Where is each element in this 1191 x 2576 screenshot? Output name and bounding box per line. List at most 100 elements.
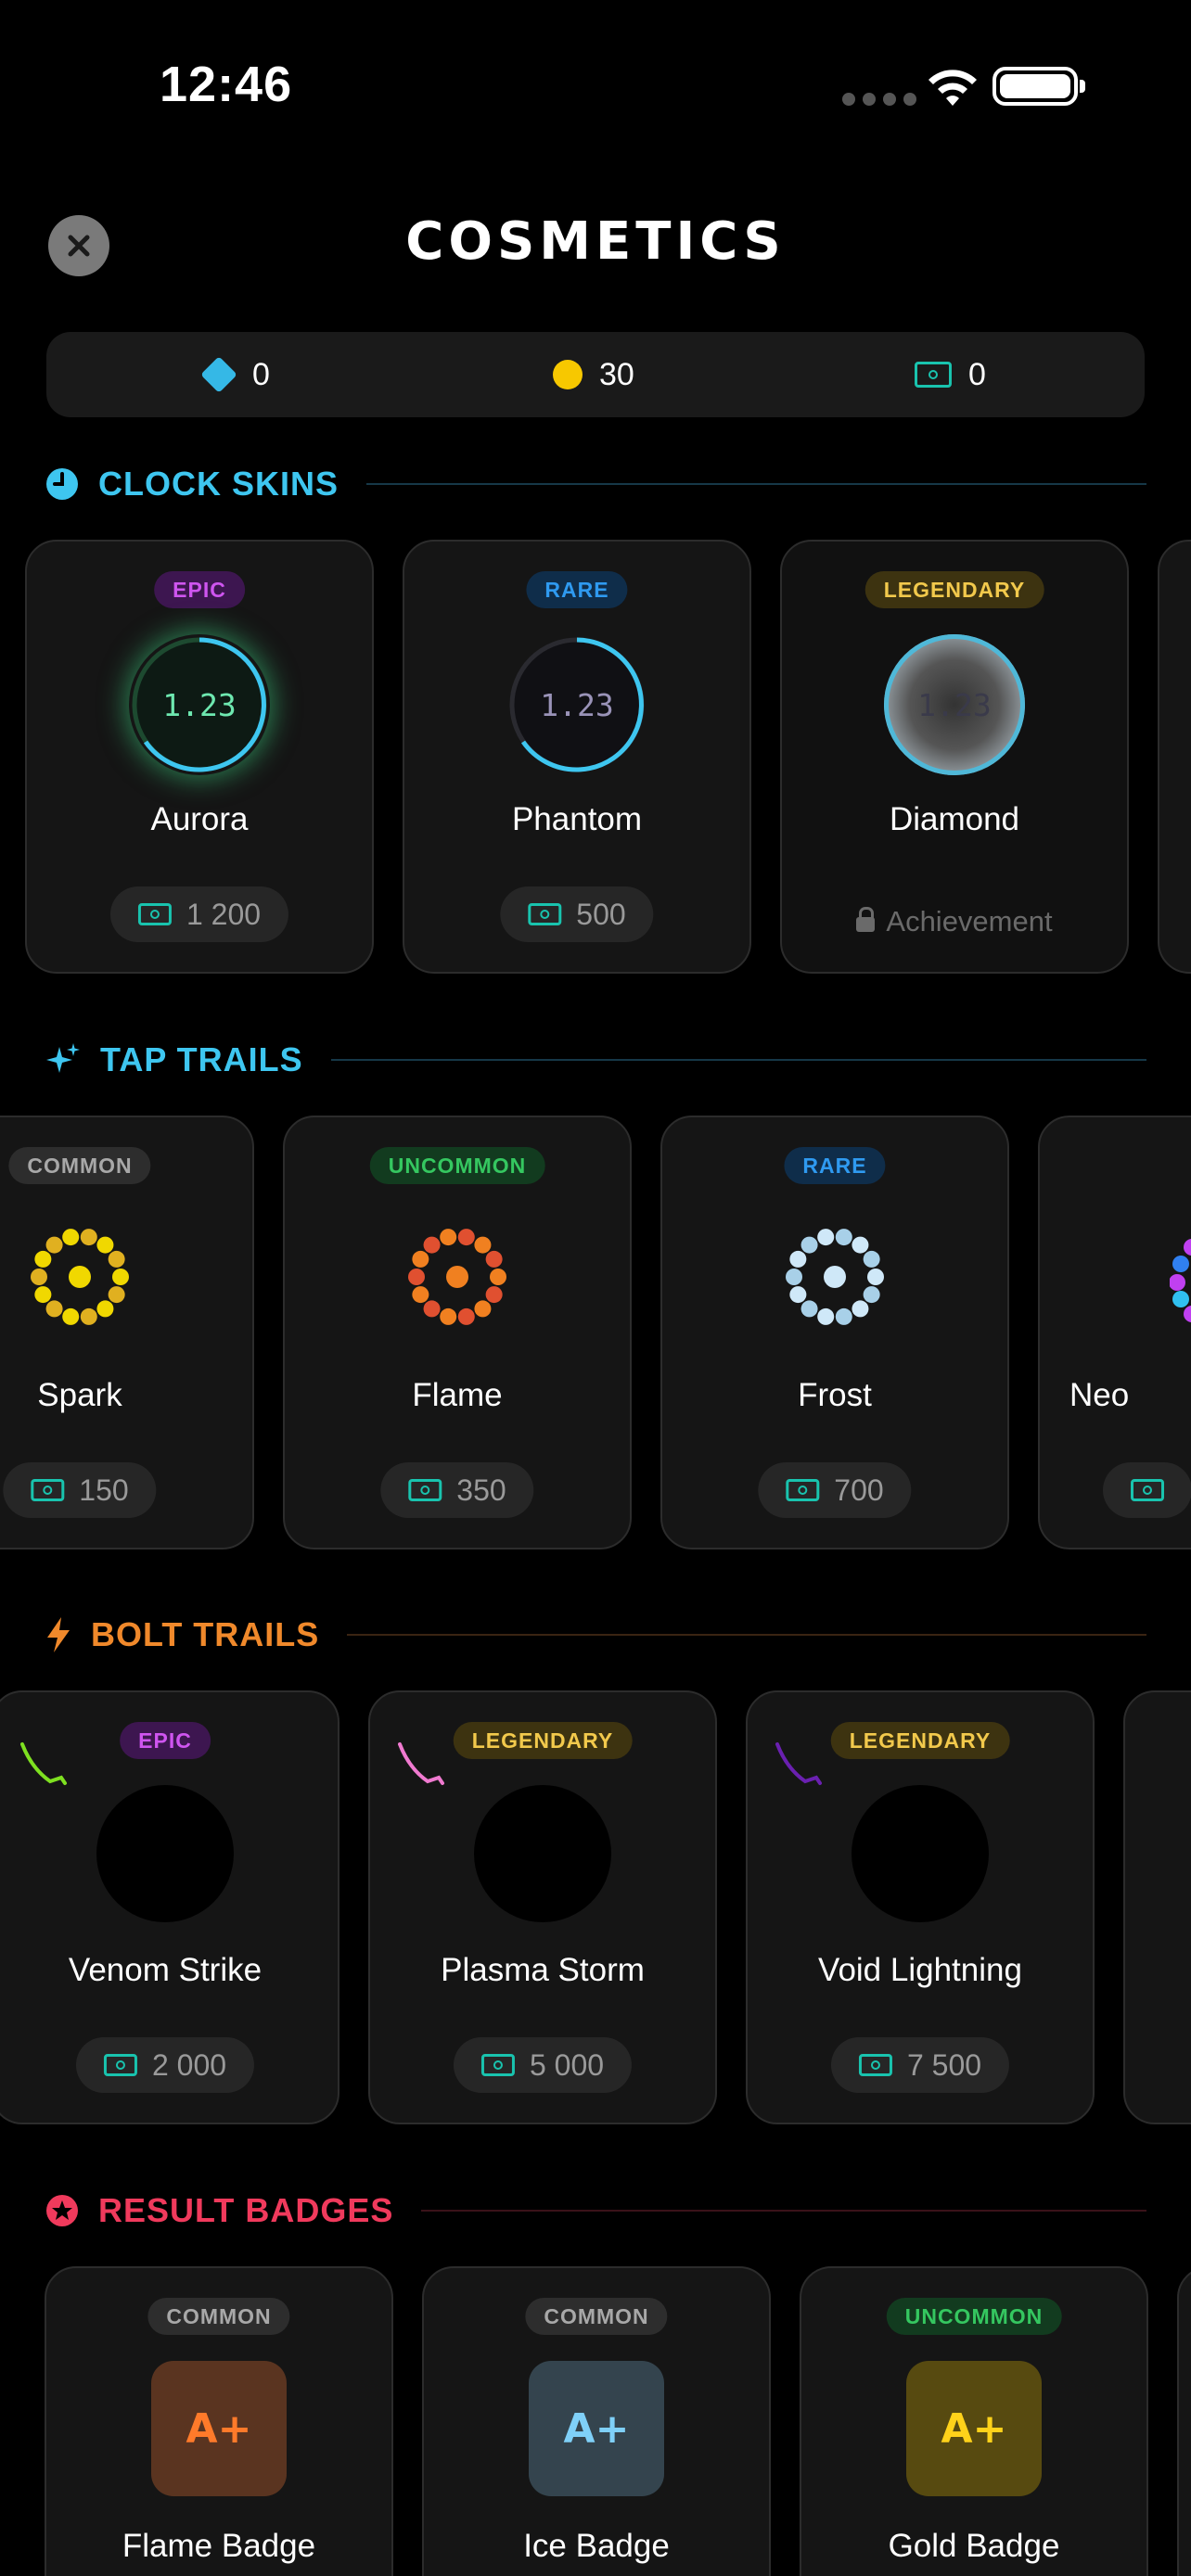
ticket-icon — [480, 2054, 515, 2076]
bolt-preview — [474, 1785, 611, 1922]
rarity-badge: COMMON — [147, 2298, 290, 2335]
bolt-icon — [47, 1617, 70, 1652]
skin-name: Aurora — [150, 801, 249, 837]
trail-name: Frost — [798, 1377, 872, 1413]
coin-balance: 30 — [553, 332, 634, 417]
section-divider — [366, 483, 1146, 485]
rarity-badge: UNCOMMON — [369, 1147, 545, 1184]
rarity-badge: RARE — [784, 1147, 886, 1184]
rarity-badge: UNCOMMON — [886, 2298, 1062, 2335]
price-button[interactable]: 1 200 — [109, 886, 289, 942]
ticket-icon — [137, 903, 172, 925]
section-tap-trails: TAP TRAILS — [45, 1037, 1146, 1083]
rarity-badge: LEGENDARY — [864, 571, 1044, 608]
ticket-icon — [915, 362, 952, 388]
section-clock-skins: CLOCK SKINS — [45, 461, 1146, 507]
section-title: RESULT BADGES — [98, 2191, 394, 2229]
badge-card-gold[interactable]: UNCOMMON A+ Gold Badge — [800, 2266, 1148, 2576]
bolt-preview — [852, 1785, 989, 1922]
ticket-icon — [858, 2054, 892, 2076]
clock-preview: 1.23 — [129, 634, 270, 775]
price-button[interactable]: 7 500 — [830, 2037, 1010, 2093]
badge-card-partial[interactable] — [1177, 2266, 1191, 2576]
tap-trails-row[interactable]: COMMON Spark 150 UNCOMMON Flame 350 RARE… — [0, 1116, 1191, 1551]
skin-card-partial[interactable] — [1158, 540, 1191, 974]
skin-card-diamond[interactable]: LEGENDARY 1.23 Diamond Achievement — [780, 540, 1129, 974]
ticket-icon — [103, 2054, 137, 2076]
trail-card-neon[interactable]: Neo — [1038, 1116, 1191, 1549]
bolt-card-partial[interactable] — [1123, 1690, 1191, 2124]
rarity-badge: EPIC — [120, 1722, 211, 1759]
badge-preview: A+ — [906, 2361, 1042, 2496]
rarity-badge: LEGENDARY — [830, 1722, 1010, 1759]
trail-name: Flame — [412, 1377, 503, 1413]
clock-preview: 1.23 — [506, 634, 647, 775]
gem-icon — [200, 356, 237, 393]
trail-card-spark[interactable]: COMMON Spark 150 — [0, 1116, 254, 1549]
trail-preview — [1170, 1239, 1191, 1322]
ticket-icon — [1131, 1479, 1164, 1501]
bolt-streak — [775, 1742, 822, 1785]
bolt-trails-row[interactable]: EPIC Venom Strike 2 000 LEGENDARY Plasma… — [0, 1690, 1191, 2126]
ticket-icon — [408, 1479, 442, 1501]
price-button[interactable]: 2 000 — [75, 2037, 255, 2093]
skin-card-phantom[interactable]: RARE 1.23 Phantom 500 — [403, 540, 751, 974]
skin-card-aurora[interactable]: EPIC 1.23 Aurora 1 200 — [25, 540, 374, 974]
badge-name: Flame Badge — [122, 2528, 316, 2564]
rarity-badge: COMMON — [525, 2298, 668, 2335]
bolt-card-void-lightning[interactable]: LEGENDARY Void Lightning 7 500 — [746, 1690, 1095, 2124]
section-divider — [330, 1059, 1146, 1061]
bolt-card-venom-strike[interactable]: EPIC Venom Strike 2 000 — [0, 1690, 339, 2124]
locked-label: Achievement — [782, 905, 1127, 938]
skin-name: Phantom — [511, 801, 643, 837]
clock-icon — [46, 468, 78, 500]
price-button[interactable]: 150 — [3, 1462, 157, 1518]
section-bolt-trails: BOLT TRAILS — [45, 1612, 1146, 1658]
trail-name: Spark — [37, 1377, 122, 1413]
price-button[interactable]: 5 000 — [453, 2037, 633, 2093]
result-badges-row[interactable]: COMMON A+ Flame Badge COMMON A+ Ice Badg… — [0, 2266, 1191, 2576]
battery-icon — [992, 67, 1085, 106]
gem-count: 0 — [252, 356, 270, 392]
trail-preview — [31, 1229, 129, 1325]
clock-skins-row[interactable]: EPIC 1.23 Aurora 1 200 RARE 1.23 Phantom… — [0, 540, 1191, 976]
price-button[interactable]: 700 — [758, 1462, 912, 1518]
coin-count: 30 — [599, 356, 634, 392]
trail-card-frost[interactable]: RARE Frost 700 — [660, 1116, 1009, 1549]
ticket-icon — [786, 1479, 820, 1501]
badge-card-flame[interactable]: COMMON A+ Flame Badge — [45, 2266, 393, 2576]
rarity-badge: RARE — [526, 571, 628, 608]
ticket-balance: 0 — [915, 332, 986, 417]
header: COSMETICS — [0, 206, 1191, 280]
badge-name: Gold Badge — [888, 2528, 1060, 2564]
bolt-preview — [96, 1785, 234, 1922]
cellular-signal-icon — [842, 93, 916, 106]
section-result-badges: RESULT BADGES — [45, 2187, 1146, 2234]
rarity-badge: COMMON — [8, 1147, 151, 1184]
price-button[interactable] — [1103, 1462, 1191, 1518]
badge-preview: A+ — [151, 2361, 287, 2496]
price-button[interactable]: 350 — [380, 1462, 534, 1518]
ticket-icon — [528, 903, 562, 925]
badge-card-ice[interactable]: COMMON A+ Ice Badge — [422, 2266, 771, 2576]
coin-icon — [553, 360, 583, 389]
status-bar: 12:46 — [0, 0, 1191, 167]
bolt-streak — [20, 1742, 67, 1785]
bolt-card-plasma-storm[interactable]: LEGENDARY Plasma Storm 5 000 — [368, 1690, 717, 2124]
badge-preview: A+ — [529, 2361, 664, 2496]
price-button[interactable]: 500 — [500, 886, 654, 942]
trail-preview — [408, 1229, 506, 1325]
trail-name: Neo — [1069, 1377, 1130, 1413]
currency-bar: 0 30 0 — [46, 332, 1145, 417]
badge-name: Ice Badge — [523, 2528, 670, 2564]
gem-balance: 0 — [200, 332, 270, 417]
section-title: CLOCK SKINS — [98, 465, 339, 503]
bolt-name: Plasma Storm — [441, 1952, 645, 1988]
status-time: 12:46 — [160, 57, 293, 112]
page-title: COSMETICS — [405, 211, 786, 272]
bolt-name: Venom Strike — [68, 1952, 263, 1988]
lock-icon — [856, 907, 876, 932]
trail-card-flame[interactable]: UNCOMMON Flame 350 — [283, 1116, 632, 1549]
bolt-name: Void Lightning — [818, 1952, 1022, 1988]
section-title: BOLT TRAILS — [91, 1615, 320, 1653]
